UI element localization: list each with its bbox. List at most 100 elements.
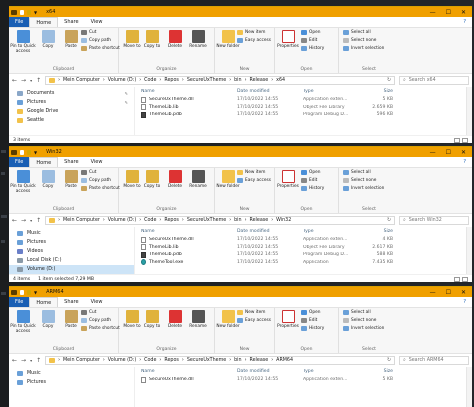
column-date[interactable]: Date modified [233,89,301,94]
breadcrumb-item[interactable]: Release [249,218,268,223]
properties-icon[interactable] [20,9,24,15]
forward-icon[interactable]: → [21,357,26,364]
nav-item-documents[interactable]: Documents ✎ [9,89,134,98]
breadcrumb-item[interactable]: Mein Computer [63,358,100,363]
nav-item-videos[interactable]: Videos [9,247,134,256]
properties-button[interactable]: Properties [275,310,301,329]
breadcrumb-item[interactable]: Volume (D:) [108,218,136,223]
breadcrumb-item[interactable]: Repos [164,218,179,223]
minimize-icon[interactable]: — [430,149,436,156]
tab-home[interactable]: Home [29,157,59,167]
cut-button[interactable]: Cut [81,30,96,35]
nav-item-volume-d[interactable]: Volume (D:) [9,265,134,274]
nav-item-music[interactable]: Music [9,369,134,378]
properties-icon[interactable] [20,289,24,295]
recent-locations-icon[interactable]: ▾ [30,78,32,83]
column-size[interactable]: Size [359,369,399,374]
new-folder-icon[interactable] [27,149,31,155]
forward-icon[interactable]: → [21,217,26,224]
pin-button[interactable]: Pin to Quick access [10,310,36,334]
close-icon[interactable]: ✕ [461,9,466,16]
breadcrumb-item[interactable]: Volume (D:) [108,78,136,83]
breadcrumb-item[interactable]: bin [234,358,241,363]
large-icons-view-icon[interactable] [462,137,468,143]
tab-home[interactable]: Home [29,297,59,307]
breadcrumb-item[interactable]: Mein Computer [63,78,100,83]
properties-button[interactable]: Properties [275,170,301,189]
cut-button[interactable]: Cut [81,310,96,315]
rename-button[interactable]: Rename [185,170,211,189]
search-input[interactable]: ⌕ Search Win32 [399,215,469,225]
breadcrumb-item[interactable]: Volume (D:) [108,358,136,363]
maximize-icon[interactable]: ☐ [446,9,451,16]
paste-shortcut-button[interactable]: Paste shortcut [81,326,120,331]
breadcrumb-item[interactable]: Code [144,218,156,223]
cut-button[interactable]: Cut [81,170,96,175]
recent-locations-icon[interactable]: ▾ [30,358,32,363]
path-field[interactable]: › Mein Computer › Volume (D:) › Code › Repos… [45,355,395,365]
new-item-button[interactable]: New item [237,310,265,315]
breadcrumb-item[interactable]: Repos [164,78,179,83]
select-all-button[interactable]: Select all [343,30,371,35]
nav-item-pictures[interactable]: Pictures [9,378,134,387]
breadcrumb-item[interactable]: bin [234,78,241,83]
copy-path-button[interactable]: Copy path [81,38,111,43]
file-row[interactable]: ThemeLib.lib 17/10/2022 14:55 Object File … [135,104,472,112]
chevron-down-icon[interactable]: ▼ [34,10,37,15]
new-item-button[interactable]: New item [237,170,265,175]
back-icon[interactable]: ← [12,217,17,224]
breadcrumb-item[interactable]: Release [249,358,268,363]
tab-file[interactable]: File [9,17,30,27]
breadcrumb-current[interactable]: x64 [276,78,285,83]
invert-selection-button[interactable]: Invert selection [343,326,384,331]
history-button[interactable]: History [301,326,324,331]
tab-file[interactable]: File [9,157,30,167]
nav-item-local-disk[interactable]: Local Disk (C:) [9,256,134,265]
column-type[interactable]: Type [301,229,359,234]
breadcrumb-item[interactable]: Code [144,358,156,363]
open-button[interactable]: Open [301,170,320,175]
column-date[interactable]: Date modified [233,229,301,234]
select-all-button[interactable]: Select all [343,310,371,315]
paste-shortcut-button[interactable]: Paste shortcut [81,46,120,51]
pin-button[interactable]: Pin to Quick access [10,30,36,54]
vertical-scrollbar[interactable] [466,87,472,135]
help-icon[interactable]: ? [463,17,472,27]
file-row[interactable]: ThemeLib.pdb 17/10/2022 14:55 Program Debu… [135,251,472,259]
rename-button[interactable]: Rename [185,30,211,49]
edit-button[interactable]: Edit [301,38,317,43]
chevron-down-icon[interactable]: ▼ [34,150,37,155]
easy-access-button[interactable]: Easy access [237,318,271,323]
file-row[interactable]: SecureUxTheme.dll 17/10/2022 14:55 Applica… [135,376,472,384]
tab-view[interactable]: View [85,17,109,27]
breadcrumb-item[interactable]: bin [234,218,241,223]
details-view-icon[interactable] [454,276,460,282]
nav-item-pictures[interactable]: Pictures [9,238,134,247]
select-all-button[interactable]: Select all [343,170,371,175]
large-icons-view-icon[interactable] [462,276,468,282]
new-folder-icon[interactable] [27,9,31,15]
search-input[interactable]: ⌕ Search ARM64 [399,355,469,365]
breadcrumb-item[interactable]: Mein Computer [63,218,100,223]
easy-access-button[interactable]: Easy access [237,178,271,183]
new-item-button[interactable]: New item [237,30,265,35]
forward-icon[interactable]: → [21,77,26,84]
vertical-scrollbar[interactable] [466,367,472,407]
edit-button[interactable]: Edit [301,318,317,323]
column-name[interactable]: Name [135,229,233,234]
copy-path-button[interactable]: Copy path [81,318,111,323]
breadcrumb-item[interactable]: SecureUxTheme [187,78,226,83]
minimize-icon[interactable]: — [430,289,436,296]
column-size[interactable]: Size [359,89,399,94]
open-button[interactable]: Open [301,30,320,35]
breadcrumb-current[interactable]: Win32 [276,218,291,223]
tab-share[interactable]: Share [58,17,84,27]
invert-selection-button[interactable]: Invert selection [343,186,384,191]
invert-selection-button[interactable]: Invert selection [343,46,384,51]
pin-button[interactable]: Pin to Quick access [10,170,36,194]
column-name[interactable]: Name [135,89,233,94]
vertical-scrollbar[interactable] [466,227,472,274]
tab-share[interactable]: Share [58,157,84,167]
details-view-icon[interactable] [454,137,460,143]
file-row[interactable]: ThemeTool.exe 17/10/2022 14:55 Application… [135,259,472,267]
